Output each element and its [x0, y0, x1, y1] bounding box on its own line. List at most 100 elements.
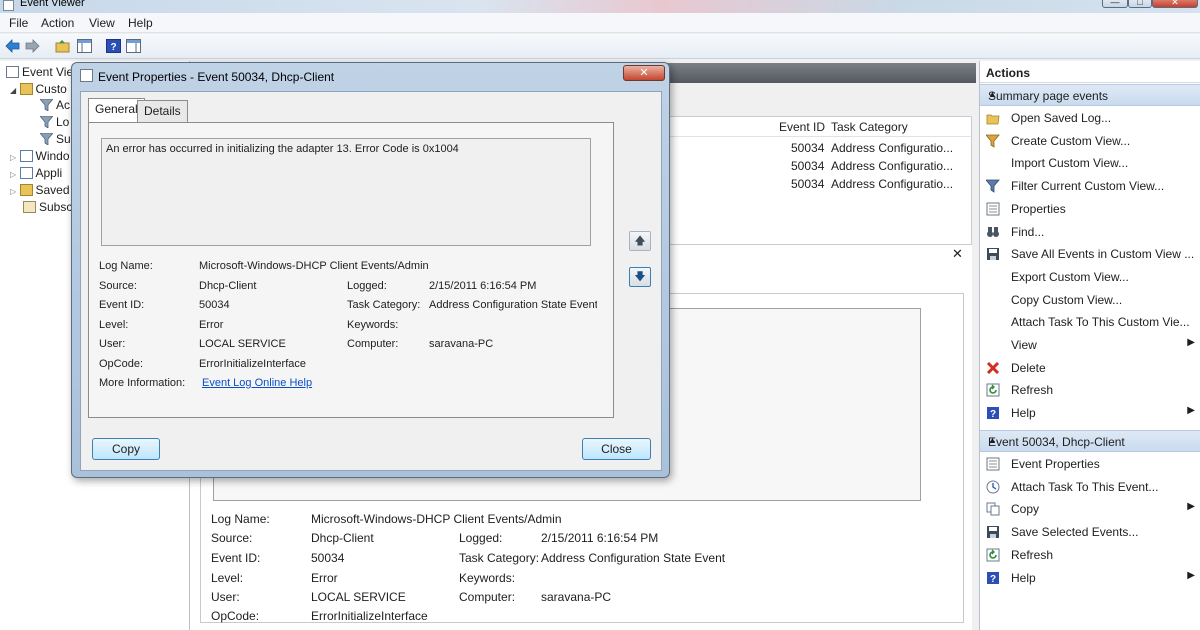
action-summary-help[interactable]: ? Help ▶ [980, 402, 1200, 424]
expanded-triangle-icon[interactable]: ◢ [10, 86, 16, 95]
actions-section-summary[interactable]: Summary page events ▲ [980, 84, 1200, 106]
label-opcode: OpCode: [211, 609, 260, 623]
label-user: User: [211, 590, 240, 604]
cell-event-id: 50034 [791, 141, 825, 155]
menu-action[interactable]: Action [41, 16, 74, 30]
action-summary-properties[interactable]: Properties [980, 198, 1200, 220]
collapsed-triangle-icon[interactable]: ▷ [10, 153, 16, 162]
event-message-box[interactable]: An error has occurred in initializing th… [101, 138, 591, 246]
dialog-close-button[interactable]: ✕ [623, 65, 665, 81]
show-hide-action-pane-icon[interactable] [126, 39, 141, 53]
folder-icon [19, 83, 33, 95]
action-summary-delete[interactable]: Delete [980, 357, 1200, 379]
cell-event-id: 50034 [791, 177, 825, 191]
action-summary-import-custom-view[interactable]: Import Custom View... [980, 152, 1200, 174]
actions-section-event[interactable]: Event 50034, Dhcp-Client ▲ [980, 430, 1200, 452]
value-task-category: Address Configuration State Event [541, 551, 726, 565]
folder-icon [19, 184, 33, 196]
previous-event-button[interactable]: 🡅 [629, 231, 651, 251]
menu-view[interactable]: View [89, 16, 115, 30]
forward-arrow-icon[interactable] [25, 39, 40, 53]
details-close-icon[interactable]: ✕ [952, 246, 963, 262]
event-viewer-icon [6, 66, 19, 78]
value-event-id: 50034 [311, 551, 345, 565]
action-summary-filter-current-custom-view[interactable]: Filter Current Custom View... [980, 175, 1200, 197]
action-event-copy[interactable]: Copy ▶ [980, 498, 1200, 520]
window-close-button[interactable]: ✕ [1152, 0, 1198, 8]
action-summary-attach-task-to-this-custom-vie[interactable]: Attach Task To This Custom Vie... [980, 311, 1200, 333]
label-computer: Computer: [347, 338, 399, 350]
action-summary-open-saved-log[interactable]: Open Saved Log... [980, 107, 1200, 129]
value-opcode: ErrorInitializeInterface [199, 358, 306, 370]
action-label: Create Custom View... [1011, 133, 1131, 148]
copy-button[interactable]: Copy [92, 438, 160, 460]
tab-details[interactable]: Details [137, 100, 188, 122]
tree-item-summary[interactable]: Su [40, 132, 71, 146]
action-event-event-properties[interactable]: Event Properties [980, 453, 1200, 475]
action-label: View [1011, 338, 1037, 352]
help-icon[interactable]: ? [106, 39, 121, 53]
collapsed-triangle-icon[interactable]: ▷ [10, 170, 16, 179]
refresh-icon [986, 383, 1000, 397]
action-event-attach-task-to-this-event[interactable]: Attach Task To This Event... [980, 476, 1200, 498]
label-task-category: Task Category: [459, 551, 540, 565]
back-arrow-icon[interactable] [5, 39, 20, 53]
svg-text:?: ? [990, 409, 996, 420]
close-button[interactable]: Close [582, 438, 651, 460]
tree-item-subscriptions[interactable]: Subsc [23, 200, 72, 214]
action-event-help[interactable]: ? Help ▶ [980, 567, 1200, 589]
cell-task-category: Address Configuratio... [831, 159, 954, 173]
action-summary-copy-custom-view[interactable]: Copy Custom View... [980, 289, 1200, 311]
value-user: LOCAL SERVICE [311, 590, 406, 604]
next-event-button[interactable]: 🡇 [629, 267, 651, 287]
action-label: Help [1011, 570, 1036, 585]
help-icon: ? [987, 407, 999, 420]
collapse-icon[interactable]: ▲ [988, 89, 1193, 99]
tree-item-logs[interactable]: Lo [40, 115, 69, 129]
menu-help[interactable]: Help [128, 16, 153, 30]
action-event-refresh[interactable]: Refresh [980, 544, 1200, 566]
label-logged: Logged: [459, 531, 503, 545]
properties-icon [986, 457, 1000, 471]
action-label: Filter Current Custom View... [1011, 179, 1165, 194]
toolbar: ? [0, 34, 1200, 59]
tree-item-administrative[interactable]: Ac [40, 98, 70, 112]
action-summary-refresh[interactable]: Refresh [980, 379, 1200, 401]
delete-icon [986, 361, 1000, 374]
collapsed-triangle-icon[interactable]: ▷ [10, 187, 16, 196]
column-header-event-id[interactable]: Event ID [779, 120, 825, 134]
tree-item-saved-logs[interactable]: ▷ Saved [10, 183, 70, 197]
save-icon [987, 526, 999, 539]
filter-icon [40, 133, 53, 145]
event-log-online-help-link[interactable]: Event Log Online Help [202, 377, 312, 389]
subscriptions-icon [23, 201, 36, 213]
event-viewer-icon [80, 69, 93, 82]
action-summary-find[interactable]: Find... [980, 221, 1200, 243]
minimize-button[interactable]: — [1102, 0, 1128, 8]
action-event-save-selected-events[interactable]: Save Selected Events... [980, 521, 1200, 543]
properties-icon [986, 202, 1000, 216]
menu-file[interactable]: File [9, 16, 28, 30]
tree-item-applications[interactable]: ▷ Appli [10, 166, 62, 180]
action-summary-save-all-events-in-custom-view[interactable]: Save All Events in Custom View ... [980, 243, 1200, 265]
label-opcode: OpCode: [99, 358, 144, 370]
value-computer: saravana-PC [541, 590, 612, 604]
value-log-name: Microsoft-Windows-DHCP Client Events/Adm… [311, 512, 562, 526]
action-label: Properties [1011, 201, 1066, 216]
show-hide-tree-icon[interactable] [77, 39, 92, 53]
refresh-icon [986, 548, 1000, 562]
label-task-category: Task Category: [347, 299, 421, 311]
task-icon [986, 480, 1000, 494]
action-summary-create-custom-view[interactable]: Create Custom View... [980, 130, 1200, 152]
maximize-button[interactable]: □ [1128, 0, 1152, 8]
tree-item-event-viewer[interactable]: Event Vie [6, 65, 73, 79]
collapse-icon[interactable]: ▲ [988, 435, 1193, 445]
action-label: Refresh [1011, 547, 1054, 562]
action-summary-export-custom-view[interactable]: Export Custom View... [980, 266, 1200, 288]
action-summary-view[interactable]: View ▶ [980, 334, 1200, 356]
up-folder-icon[interactable] [55, 39, 70, 53]
column-header-task-category[interactable]: Task Category [831, 120, 908, 134]
event-viewer-icon [3, 0, 14, 11]
tree-item-windows-logs[interactable]: ▷ Windo [10, 149, 70, 163]
tree-item-custom-views[interactable]: ◢ Custo [10, 82, 67, 96]
